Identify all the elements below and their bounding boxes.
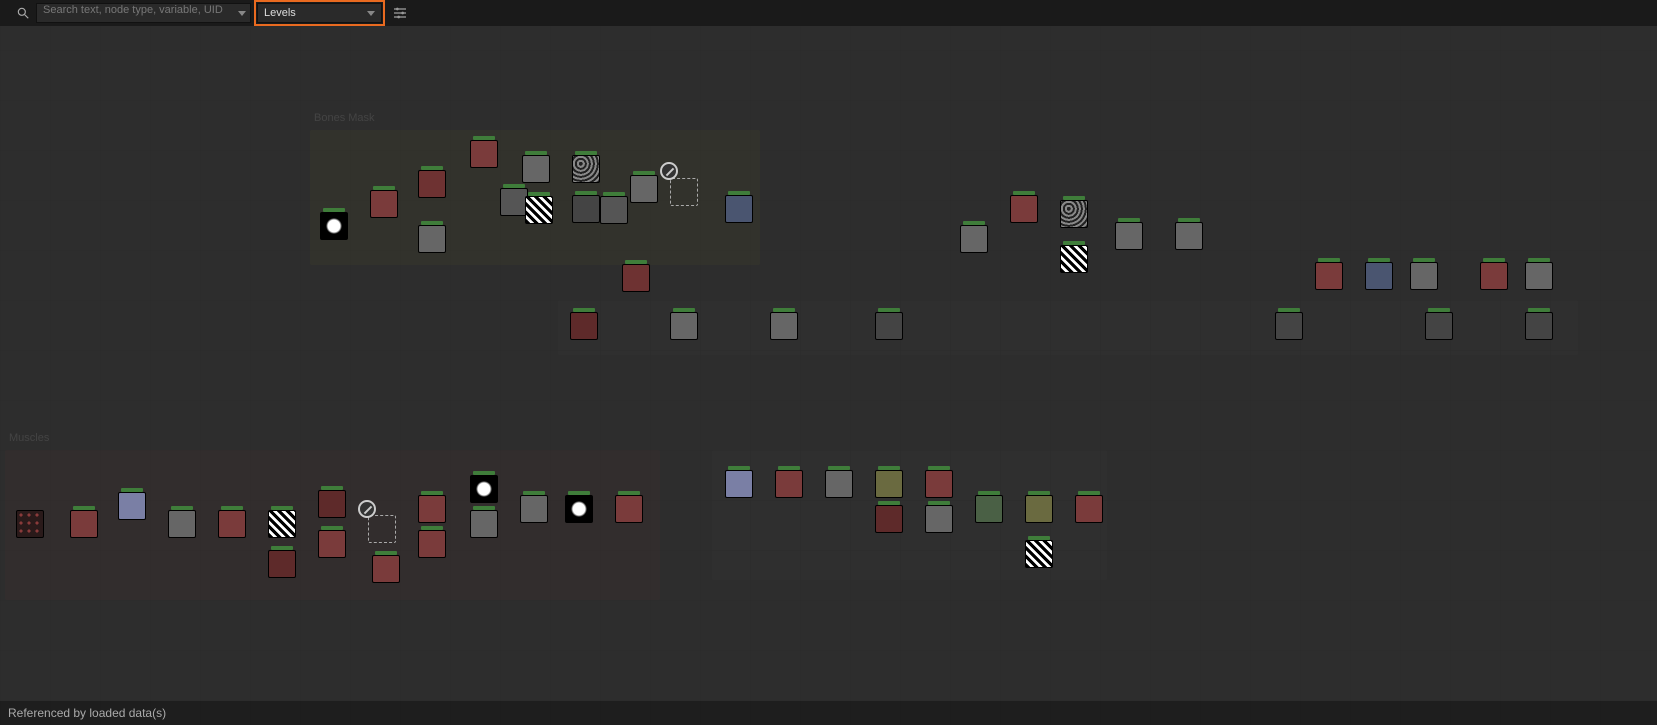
graph-node[interactable]	[268, 510, 296, 538]
graph-node[interactable]	[1315, 262, 1343, 290]
graph-node[interactable]	[572, 155, 600, 183]
graph-node[interactable]	[372, 555, 400, 583]
frame-label: Bones Mask	[314, 112, 375, 124]
graph-node[interactable]	[1425, 312, 1453, 340]
filter-settings-icon[interactable]	[392, 5, 408, 21]
graph-node[interactable]	[925, 470, 953, 498]
graph-node[interactable]	[570, 312, 598, 340]
graph-node[interactable]	[775, 470, 803, 498]
frame-label: Muscles	[9, 432, 49, 444]
filter-label: Levels	[264, 7, 296, 19]
search-input[interactable]: Search text, node type, variable, UID	[36, 3, 251, 23]
graph-node[interactable]	[168, 510, 196, 538]
graph-node[interactable]	[522, 155, 550, 183]
graph-node[interactable]	[1025, 495, 1053, 523]
graph-node[interactable]	[600, 196, 628, 224]
graph-node[interactable]	[615, 495, 643, 523]
graph-node[interactable]	[875, 312, 903, 340]
graph-node[interactable]	[470, 510, 498, 538]
graph-node[interactable]	[960, 225, 988, 253]
graph-node[interactable]	[1175, 222, 1203, 250]
graph-node[interactable]	[725, 470, 753, 498]
graph-node[interactable]	[318, 530, 346, 558]
graph-node-disabled[interactable]	[368, 515, 396, 543]
graph-node[interactable]	[630, 175, 658, 203]
graph-node[interactable]	[622, 264, 650, 292]
graph-node[interactable]	[500, 188, 528, 216]
graph-node[interactable]	[1275, 312, 1303, 340]
graph-node[interactable]	[875, 470, 903, 498]
status-text: Referenced by loaded data(s)	[8, 706, 166, 720]
graph-node[interactable]	[925, 505, 953, 533]
graph-node[interactable]	[118, 492, 146, 520]
graph-node[interactable]	[70, 510, 98, 538]
graph-node[interactable]	[1010, 195, 1038, 223]
disabled-badge-icon	[660, 162, 678, 180]
disabled-badge-icon	[358, 500, 376, 518]
graph-node[interactable]	[418, 170, 446, 198]
graph-toolbar: Search text, node type, variable, UID Le…	[0, 0, 1657, 26]
graph-node[interactable]	[572, 195, 600, 223]
graph-node[interactable]	[565, 495, 593, 523]
frame-muscles: Muscles	[5, 450, 660, 600]
dim-overlay	[0, 0, 1657, 725]
graph-node[interactable]	[218, 510, 246, 538]
graph-node[interactable]	[975, 495, 1003, 523]
graph-node[interactable]	[1025, 540, 1053, 568]
graph-node[interactable]	[1060, 245, 1088, 273]
graph-node[interactable]	[1075, 495, 1103, 523]
graph-node[interactable]	[1410, 262, 1438, 290]
status-bar: Referenced by loaded data(s)	[0, 701, 1657, 725]
graph-node[interactable]	[520, 495, 548, 523]
filter-dropdown[interactable]: Levels	[257, 3, 382, 23]
graph-node[interactable]	[1365, 262, 1393, 290]
graph-node[interactable]	[825, 470, 853, 498]
graph-node[interactable]	[370, 190, 398, 218]
graph-node[interactable]	[1525, 262, 1553, 290]
graph-node[interactable]	[16, 510, 44, 538]
graph-node[interactable]	[470, 475, 498, 503]
graph-node[interactable]	[418, 225, 446, 253]
graph-node[interactable]	[1480, 262, 1508, 290]
graph-node[interactable]	[268, 550, 296, 578]
graph-node[interactable]	[418, 495, 446, 523]
graph-node[interactable]	[725, 195, 753, 223]
graph-node[interactable]	[318, 490, 346, 518]
graph-node[interactable]	[1525, 312, 1553, 340]
graph-node[interactable]	[320, 212, 348, 240]
graph-node[interactable]	[470, 140, 498, 168]
graph-node[interactable]	[670, 312, 698, 340]
graph-node-disabled[interactable]	[670, 178, 698, 206]
graph-node[interactable]	[418, 530, 446, 558]
search-icon	[16, 6, 30, 20]
graph-node[interactable]	[1060, 200, 1088, 228]
search-placeholder: Search text, node type, variable, UID	[43, 4, 223, 16]
graph-node[interactable]	[525, 196, 553, 224]
graph-node[interactable]	[1115, 222, 1143, 250]
graph-node[interactable]	[875, 505, 903, 533]
graph-node[interactable]	[770, 312, 798, 340]
